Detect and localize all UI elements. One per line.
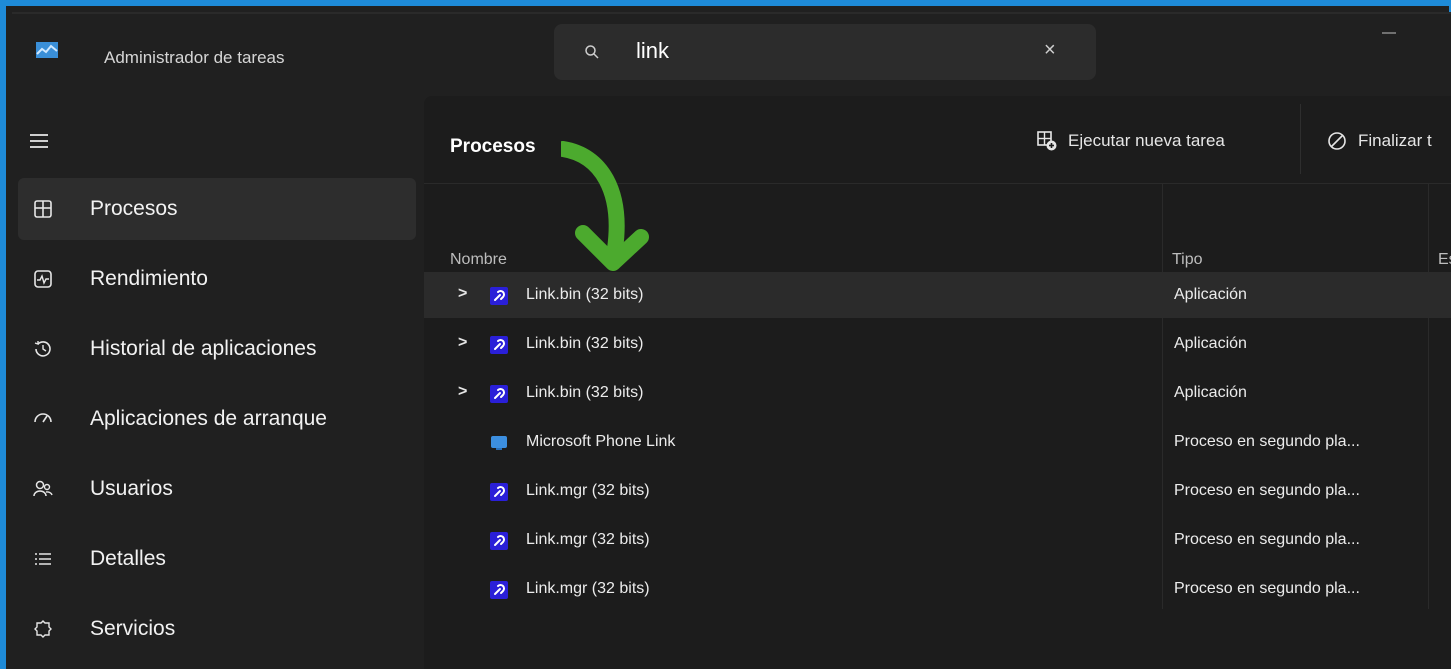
process-type: Aplicación [1174, 286, 1247, 303]
run-task-icon [1037, 131, 1057, 151]
history-icon [34, 341, 51, 357]
sidebar-item-rendimiento[interactable]: Rendimiento [18, 248, 416, 310]
processes-icon [34, 200, 52, 218]
search-box[interactable]: link × [554, 24, 1096, 80]
sidebar-item-label: Servicios [90, 617, 176, 640]
link-app-icon [490, 336, 508, 354]
run-new-task-button[interactable]: Ejecutar nueva tarea [1036, 126, 1225, 156]
process-type: Proceso en segundo pla... [1174, 482, 1360, 499]
sidebar-item-detalles[interactable]: Detalles [18, 528, 416, 590]
details-icon [35, 553, 51, 565]
run-new-task-label: Ejecutar nueva tarea [1068, 131, 1225, 150]
process-name: Link.mgr (32 bits) [526, 531, 650, 548]
title-bar: Administrador de tareas link × [12, 14, 1451, 94]
sidebar-item-label: Aplicaciones de arranque [90, 407, 327, 430]
annotation-arrow [561, 141, 649, 271]
process-type: Aplicación [1174, 384, 1247, 401]
end-task-label: Finalizar t [1358, 131, 1432, 150]
clear-search-icon[interactable]: × [1044, 40, 1056, 60]
process-type: Proceso en segundo pla... [1174, 531, 1360, 548]
process-name: Link.bin (32 bits) [526, 286, 644, 303]
link-app-icon [490, 532, 508, 550]
minimize-icon[interactable] [1382, 32, 1396, 34]
sidebar-item-historial[interactable]: Historial de aplicaciones [18, 318, 416, 380]
process-type: Aplicación [1174, 335, 1247, 352]
table-row[interactable]: > Link.bin (32 bits) Aplicación [424, 370, 1451, 416]
process-type: Proceso en segundo pla... [1174, 433, 1360, 450]
task-manager-window: Administrador de tareas link × Procesos [0, 0, 1451, 669]
sidebar-item-usuarios[interactable]: Usuarios [18, 458, 416, 520]
table-row[interactable]: Link.mgr (32 bits) Proceso en segundo pla… [424, 566, 1451, 612]
column-header-type[interactable]: Tipo [1172, 251, 1203, 269]
page-title: Procesos [450, 136, 536, 157]
sidebar-item-label: Detalles [90, 547, 166, 570]
hamburger-menu-icon[interactable] [30, 134, 48, 148]
link-app-icon [490, 581, 508, 599]
search-icon [585, 45, 599, 59]
sidebar-item-label: Rendimiento [90, 267, 208, 290]
column-header-name[interactable]: Nombre [450, 251, 507, 269]
task-manager-app-icon [36, 42, 58, 58]
link-app-icon [490, 287, 508, 305]
table-row[interactable]: > Link.bin (32 bits) Aplicación [424, 272, 1451, 318]
process-name: Link.mgr (32 bits) [526, 482, 650, 499]
table-row[interactable]: > Link.bin (32 bits) Aplicación [424, 321, 1451, 367]
performance-icon [34, 270, 52, 288]
startup-icon [34, 413, 52, 423]
expand-chevron-icon[interactable]: > [458, 285, 467, 303]
end-task-button[interactable]: Finalizar t [1326, 126, 1432, 156]
process-name: Link.mgr (32 bits) [526, 580, 650, 597]
expand-chevron-icon[interactable]: > [458, 383, 467, 401]
sidebar-item-arranque[interactable]: Aplicaciones de arranque [18, 388, 416, 450]
sidebar: Procesos Rendimiento Historial de aplica… [12, 94, 424, 669]
table-row[interactable]: Link.mgr (32 bits) Proceso en segundo pla… [424, 517, 1451, 563]
process-name: Microsoft Phone Link [526, 433, 676, 450]
link-app-icon [490, 385, 508, 403]
process-name: Link.bin (32 bits) [526, 384, 644, 401]
sidebar-item-procesos[interactable]: Procesos [18, 178, 416, 240]
sidebar-item-label: Procesos [90, 197, 178, 220]
toolbar-divider [1300, 104, 1301, 174]
table-row[interactable]: Link.mgr (32 bits) Proceso en segundo pla… [424, 468, 1451, 514]
end-task-icon [1328, 132, 1346, 150]
column-header-status[interactable]: Es [1438, 251, 1451, 269]
table-row[interactable]: Microsoft Phone Link Proceso en segundo p… [424, 419, 1451, 465]
link-app-icon [490, 483, 508, 501]
sidebar-item-servicios[interactable]: Servicios [18, 598, 416, 660]
expand-chevron-icon[interactable]: > [458, 334, 467, 352]
sidebar-item-label: Usuarios [90, 477, 173, 500]
search-input[interactable]: link [636, 38, 669, 64]
sidebar-item-label: Historial de aplicaciones [90, 337, 317, 360]
process-type: Proceso en segundo pla... [1174, 580, 1360, 597]
users-icon [33, 480, 53, 497]
app-title: Administrador de tareas [104, 48, 285, 67]
phone-link-icon [491, 436, 507, 450]
process-name: Link.bin (32 bits) [526, 335, 644, 352]
services-icon [34, 620, 52, 638]
